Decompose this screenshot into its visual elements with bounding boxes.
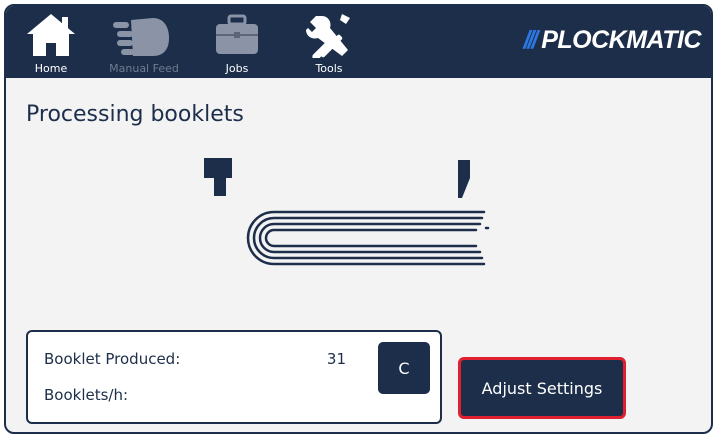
booklets-per-hour-label: Booklets/h: — [44, 386, 129, 404]
device-screen: Home Manual Feed Jobs Tools /// PLOCKMAT… — [4, 4, 713, 434]
booklet-illustration — [204, 158, 490, 266]
stats-panel: Booklet Produced: 31 Booklets/h: C — [26, 330, 442, 424]
adjust-settings-button[interactable]: Adjust Settings — [458, 357, 626, 419]
stapler-clincher-icon — [458, 160, 470, 198]
clear-counter-button[interactable]: C — [378, 342, 430, 394]
booklets-produced-label: Booklet Produced: — [44, 350, 181, 368]
stapler-head-icon — [204, 158, 232, 196]
booklets-produced-value: 31 — [326, 350, 346, 368]
